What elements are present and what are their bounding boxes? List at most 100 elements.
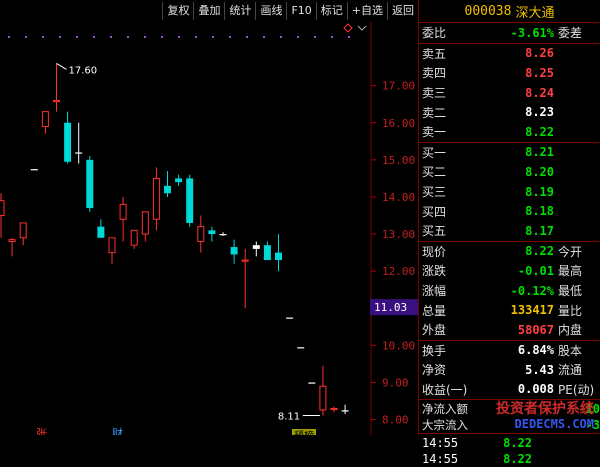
stat2-row: 收益(一) 0.008 PE(动) [419,380,600,400]
mark-button[interactable]: 标记 [315,2,347,20]
reference-dot [246,36,248,38]
candle-body [30,169,38,171]
bottom-mark: 财 [112,426,123,435]
stock-title: 000038 深大通 [419,0,600,23]
stat2-value: 6.84% [517,343,554,358]
overlay-button[interactable]: 叠加 [193,2,224,20]
reference-dot [8,36,10,38]
bid-label: 买五 [422,224,447,239]
watermark-url: DEDECMS.COM [514,417,594,431]
bid-price: 8.17 [525,223,554,238]
stat-value: 58067 [517,322,554,337]
bid-row: 买一 8.21 [419,143,600,163]
candle-body [263,245,271,261]
ask-label: 卖四 [422,66,447,81]
weibi-row: 委比 -3.61% 委差 [419,23,600,43]
tick-row: 14:55 8.22 [419,451,600,467]
ask-price: 8.23 [525,105,554,120]
y-tick-label: 8.00 [382,414,409,427]
stat2-label: 换手 [422,343,447,358]
candle-body [0,200,5,217]
bid-price: 8.18 [525,204,554,219]
candle-body [275,252,282,261]
bid-row: 买二 8.20 [419,162,600,182]
y-tick-label: 12.00 [382,265,415,278]
stat-row: 涨跌 -0.01 最高 [419,261,600,281]
y-tick-label: 13.00 [382,228,415,241]
ask-price: 8.24 [525,85,554,100]
add-watchlist-button[interactable]: +自选 [346,2,387,20]
stat-label2: 量比 [558,303,583,318]
kline-chart[interactable]: 17.0016.0015.0014.0013.0012.0011.0010.00… [0,22,418,435]
candle-body [308,382,316,384]
reference-dot [229,36,231,38]
tick-time: 14:55 [422,452,459,467]
ask-label: 卖三 [422,86,447,101]
reference-dot [195,36,197,38]
candle-body [152,177,160,220]
reference-dot [76,36,78,38]
stat2-label2: 股本 [558,343,583,358]
reference-dot [331,36,333,38]
back-button[interactable]: 返回 [387,2,418,20]
candle-body [175,178,183,183]
candle-body [141,211,149,235]
watermark: 投资者保护系统 DEDECMS.COM [496,401,594,432]
bid-price: 8.20 [525,164,554,179]
reference-dot [297,36,299,38]
candle-body [75,152,83,154]
low-label: 8.11 [278,411,300,422]
bid-row: 买五 8.17 [419,221,600,241]
candle-body [319,385,327,411]
ask-book: 卖五 8.26 卖四 8.25 卖三 8.24 卖二 8.23 卖一 8.22 [419,42,600,142]
chart-toolbar: 复权 叠加 统计 画线 F10 标记 +自选 返回 [0,0,418,22]
watermark-text: 投资者保护系统 [496,401,594,417]
stat-value: 8.22 [525,244,554,259]
ask-row: 卖一 8.22 [419,122,600,142]
draw-line-button[interactable]: 画线 [255,2,286,20]
stat-label2: 最低 [558,284,583,299]
flow-label: 净流入额 [422,401,468,416]
weibi-value: -3.61% [510,25,554,40]
stat2-label2: PE(动) [558,382,595,397]
candle-body [19,222,27,239]
candle-body [330,407,338,411]
stats-block: 现价 8.22 今开 涨跌 -0.01 最高 涨幅 -0.12% 最低 总量 1… [419,240,600,340]
ask-row: 卖四 8.25 [419,63,600,83]
adjust-rights-button[interactable]: 复权 [162,2,193,20]
stat2-label2: 流通 [558,363,583,378]
bottom-mark: 张 [36,427,47,435]
bid-label: 买二 [422,165,447,180]
candle-body [341,410,349,412]
stat-label: 涨跌 [422,264,447,279]
f10-button[interactable]: F10 [286,2,315,20]
tick-row: 14:55 8.22 [419,434,600,451]
candle-body [186,178,194,223]
quote-panel: 000038 深大通 委比 -3.61% 委差 卖五 8.26 卖四 8.25 … [418,0,600,466]
ask-price: 8.26 [525,46,554,61]
ask-row: 卖五 8.26 [419,44,600,64]
reference-dot [25,36,27,38]
weibi-label: 委比 [422,26,447,41]
reference-dot [280,36,282,38]
stats2-block: 换手 6.84% 股本 净资 5.43 流通 收益(一) 0.008 PE(动) [419,339,600,400]
stat-value: -0.01 [517,263,554,278]
stat-label2: 最高 [558,264,583,279]
reference-dot [178,36,180,38]
reference-dot [161,36,163,38]
flow-label: 大宗流入 [422,418,468,433]
y-tick-label: 17.00 [382,80,415,93]
y-tick-label: 9.00 [382,376,409,389]
stat-label2: 今开 [558,244,583,259]
current-price-label: 11.03 [374,301,407,314]
statistics-button[interactable]: 统计 [224,2,255,20]
ask-row: 卖二 8.23 [419,102,600,122]
reference-dot [59,36,61,38]
stat2-label: 收益(一) [422,382,468,397]
kline-chart-svg[interactable]: 17.0016.0015.0014.0013.0012.0011.0010.00… [0,22,418,435]
reference-dot [348,36,350,38]
reference-dot [314,36,316,38]
stat-label: 总量 [422,303,447,318]
reference-dot [144,36,146,38]
stat-value: 133417 [510,303,554,318]
